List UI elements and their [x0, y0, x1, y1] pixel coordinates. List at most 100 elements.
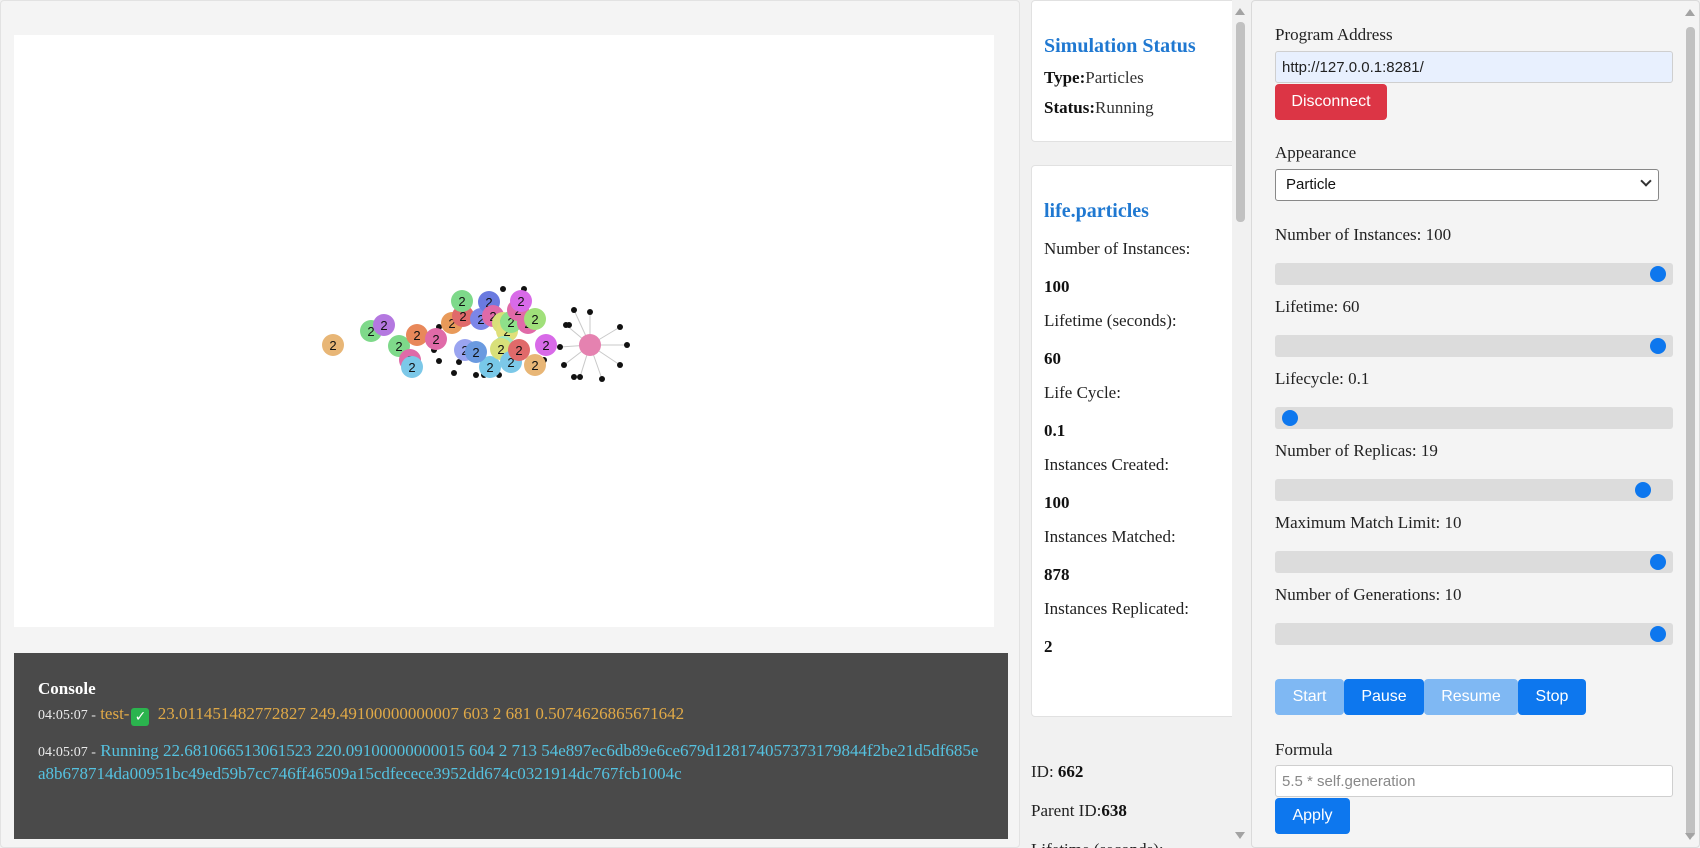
- console-log-entry: 04:05:07 - Running 22.681066513061523 22…: [38, 740, 984, 784]
- checkmark-icon: ✓: [131, 708, 150, 726]
- scroll-thumb[interactable]: [1236, 22, 1245, 222]
- log-message: 23.011451482772827 249.49100000000007 60…: [157, 704, 685, 723]
- status-state: Status:Running: [1044, 98, 1154, 117]
- slider-label: Lifecycle: 0.1: [1275, 369, 1370, 388]
- simulation-status-card: Simulation Status Type:Particles Status:…: [1031, 0, 1246, 142]
- log-time: 04:05:07 -: [38, 745, 96, 760]
- particle-dot: [617, 362, 623, 368]
- log-message: Running 22.681066513061523 220.091000000…: [38, 741, 979, 783]
- appearance-select[interactable]: Particle: [1275, 169, 1659, 201]
- info-panel[interactable]: Simulation Status Type:Particles Status:…: [1020, 0, 1250, 848]
- controls-panel: Program Address Disconnect Appearance Pa…: [1251, 0, 1700, 848]
- slider-thumb[interactable]: [1650, 338, 1667, 354]
- particle-node-label: 2: [432, 332, 439, 347]
- particle-dot: [557, 344, 563, 350]
- particle-dot: [571, 374, 577, 380]
- particle-node-label: 2: [329, 338, 336, 353]
- status-title: Simulation Status: [1044, 35, 1196, 57]
- scroll-up-icon[interactable]: [1235, 8, 1245, 15]
- particle-node-label: 2: [515, 343, 522, 358]
- particle-dot: [624, 342, 630, 348]
- slider-thumb[interactable]: [1650, 266, 1667, 282]
- address-input[interactable]: [1275, 51, 1673, 83]
- stat-label: Instances Matched:: [1044, 527, 1176, 546]
- particle-node-label: 2: [413, 328, 420, 343]
- particle-dot: [451, 370, 457, 376]
- log-prefix: test-: [100, 704, 130, 723]
- particle-dot: [561, 362, 567, 368]
- particles-card: life.particles Number of Instances: 100 …: [1031, 165, 1246, 717]
- particle-dot: [599, 376, 605, 382]
- formula-label: Formula: [1275, 740, 1333, 759]
- info-scrollbar[interactable]: [1232, 0, 1248, 848]
- console-log-entry: 04:05:07 - test- ✓ 23.011451482772827 249…: [38, 703, 984, 726]
- particle-dot: [566, 322, 572, 328]
- start-button[interactable]: Start: [1275, 679, 1344, 715]
- instance-parent-id: Parent ID:638: [1031, 801, 1127, 820]
- lifetime-slider[interactable]: [1275, 335, 1673, 357]
- slider-label: Maximum Match Limit: 10: [1275, 513, 1462, 532]
- controls-scrollbar[interactable]: [1683, 1, 1697, 847]
- apply-button[interactable]: Apply: [1275, 798, 1350, 834]
- particles-title: life.particles: [1044, 200, 1149, 222]
- appearance-value: Particle: [1286, 176, 1337, 193]
- stat-label: Life Cycle:: [1044, 383, 1121, 402]
- formula-input[interactable]: [1275, 765, 1673, 797]
- slider-label: Lifetime: 60: [1275, 297, 1360, 316]
- particle-node-label: 2: [531, 312, 538, 327]
- stat-value: 100: [1044, 277, 1070, 296]
- console-title: Console: [38, 679, 96, 698]
- particle-node-label: 2: [542, 338, 549, 353]
- stop-button[interactable]: Stop: [1518, 679, 1586, 715]
- generations-slider[interactable]: [1275, 623, 1673, 645]
- scroll-down-icon[interactable]: [1235, 832, 1245, 839]
- particle-dot: [500, 286, 506, 292]
- stat-value: 878: [1044, 565, 1070, 584]
- slider-thumb[interactable]: [1281, 410, 1298, 426]
- slider-thumb[interactable]: [1650, 626, 1667, 642]
- particle-dot: [587, 309, 593, 315]
- slider-label: Number of Instances: 100: [1275, 225, 1452, 244]
- particle-node-label: 2: [531, 358, 538, 373]
- lifecycle-slider[interactable]: [1275, 407, 1673, 429]
- appearance-label: Appearance: [1275, 143, 1357, 162]
- instance-id: ID: 662: [1031, 762, 1084, 781]
- scroll-thumb[interactable]: [1686, 27, 1695, 837]
- particle-node-label: 2: [517, 294, 524, 309]
- stat-label: Instances Created:: [1044, 455, 1170, 474]
- particle-node-label: 2: [486, 360, 493, 375]
- simulation-canvas[interactable]: 222222222222222222222222222222: [14, 35, 994, 627]
- status-type: Type:Particles: [1044, 68, 1144, 87]
- particle-graph: 222222222222222222222222222222: [322, 286, 630, 382]
- pause-button[interactable]: Pause: [1344, 679, 1424, 715]
- stat-label: Number of Instances:: [1044, 239, 1191, 258]
- particle-node-label: 2: [408, 360, 415, 375]
- match-limit-slider[interactable]: [1275, 551, 1673, 573]
- stat-value: 2: [1044, 637, 1053, 656]
- particle-hub: [579, 334, 601, 356]
- slider-thumb[interactable]: [1650, 554, 1667, 570]
- scroll-up-icon[interactable]: [1685, 9, 1695, 16]
- slider-label: Number of Generations: 10: [1275, 585, 1462, 604]
- particle-node-label: 2: [458, 294, 465, 309]
- address-label: Program Address: [1275, 25, 1393, 44]
- slider-label: Number of Replicas: 19: [1275, 441, 1438, 460]
- stat-value: 60: [1044, 349, 1061, 368]
- scroll-down-icon[interactable]: [1685, 833, 1695, 840]
- chevron-down-icon: [1640, 175, 1652, 187]
- instances-slider[interactable]: [1275, 263, 1673, 285]
- resume-button[interactable]: Resume: [1424, 679, 1518, 715]
- stat-label: Lifetime (seconds):: [1044, 311, 1177, 330]
- particle-node-label: 2: [472, 345, 479, 360]
- particle-dot: [577, 374, 583, 380]
- slider-thumb[interactable]: [1635, 482, 1652, 498]
- instance-lifetime: Lifetime (seconds):: [1031, 840, 1164, 848]
- particle-node-label: 2: [395, 339, 402, 354]
- particle-dot: [571, 307, 577, 313]
- particle-dot: [617, 324, 623, 330]
- disconnect-button[interactable]: Disconnect: [1275, 84, 1387, 120]
- log-time: 04:05:07 -: [38, 708, 96, 723]
- particle-dot: [473, 372, 479, 378]
- replicas-slider[interactable]: [1275, 479, 1673, 501]
- stat-value: 0.1: [1044, 421, 1066, 440]
